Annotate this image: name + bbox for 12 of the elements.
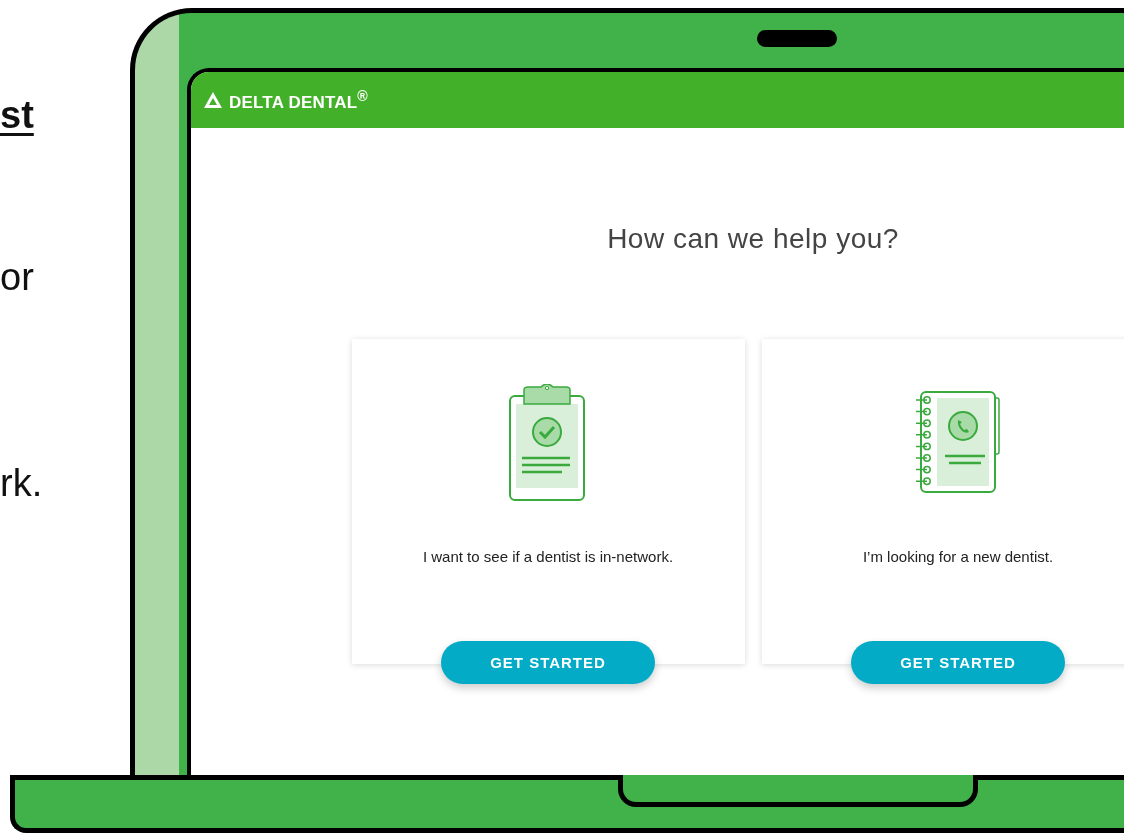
slide-text: st [0,93,34,137]
notebook-phone-icon [915,390,1001,494]
get-started-button[interactable]: GET STARTED [851,641,1065,684]
clipboard-check-icon [508,384,588,502]
get-started-button[interactable]: GET STARTED [441,641,655,684]
triangle-logo-icon [203,91,223,109]
site-logo[interactable]: DELTA DENTAL$^{®}$ [229,87,368,113]
page-heading: How can we help you? [607,222,899,256]
option-text: I’m looking for a new dentist. [862,548,1054,565]
slide-text: rk. [0,461,43,505]
option-text: I want to see if a dentist is in-network. [422,548,674,565]
slide-text: or [0,255,34,299]
